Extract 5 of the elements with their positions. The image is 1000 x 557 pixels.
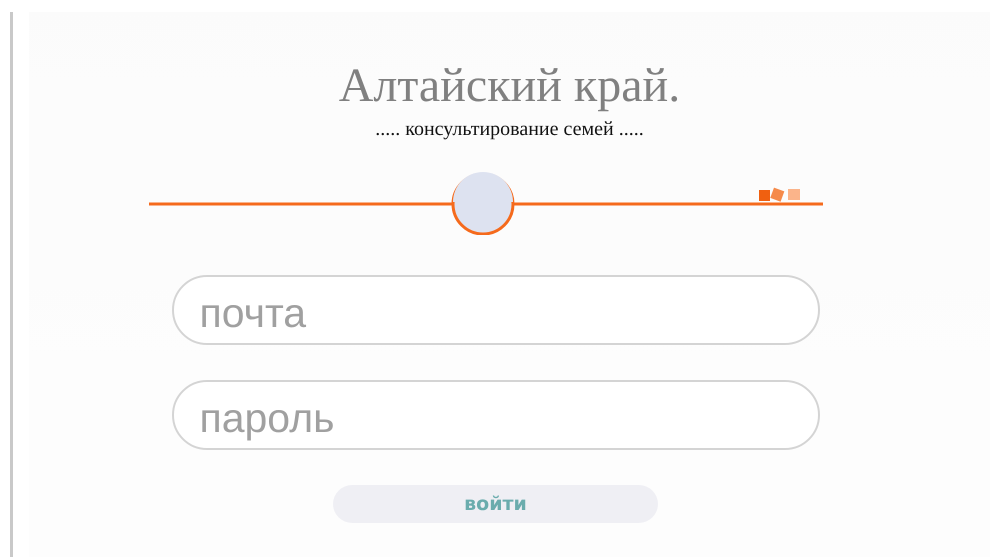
- site-title: Алтайский край.: [338, 60, 680, 112]
- input-field[interactable]: почта: [172, 275, 820, 345]
- site-subtitle: ..... консультирование семей .....: [375, 118, 644, 141]
- input-field[interactable]: пароль: [172, 380, 820, 450]
- login-button[interactable]: войти: [333, 485, 658, 523]
